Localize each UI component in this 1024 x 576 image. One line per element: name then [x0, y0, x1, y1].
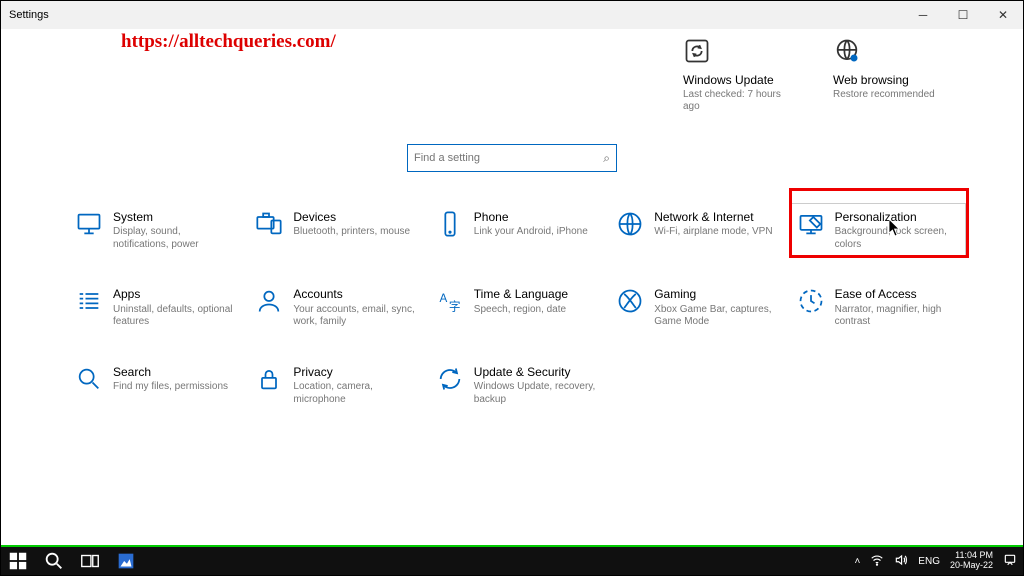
lock-icon — [255, 365, 283, 393]
language-indicator[interactable]: ENG — [918, 556, 940, 567]
tile-sub: Restore recommended — [833, 89, 935, 101]
category-title: Accounts — [293, 287, 417, 301]
tile-title: Windows Update — [683, 73, 774, 87]
monitor-icon — [75, 210, 103, 238]
update-icon — [436, 365, 464, 393]
category-apps[interactable]: Apps Uninstall, defaults, optional featur… — [71, 283, 241, 332]
category-sub: Xbox Game Bar, captures, Game Mode — [654, 304, 778, 329]
watermark-text: https://alltechqueries.com/ — [121, 31, 336, 53]
taskbar-search-icon[interactable] — [43, 550, 65, 572]
phone-icon — [436, 210, 464, 238]
category-title: Apps — [113, 287, 237, 301]
category-title: Network & Internet — [654, 210, 772, 224]
window-title: Settings — [9, 9, 49, 21]
start-button[interactable] — [7, 550, 29, 572]
person-icon — [255, 287, 283, 315]
category-system[interactable]: System Display, sound, notifications, pow… — [71, 206, 241, 255]
category-sub: Link your Android, iPhone — [474, 226, 588, 239]
minimize-button[interactable]: ─ — [903, 1, 943, 29]
categories-grid: System Display, sound, notifications, pow… — [71, 206, 963, 410]
search-icon: ⌕ — [603, 151, 610, 166]
sync-icon — [683, 37, 711, 65]
category-sub: Background, lock screen, colors — [835, 226, 959, 251]
category-personalization[interactable]: Personalization Background, lock screen, … — [790, 203, 966, 258]
globe-icon — [833, 37, 861, 65]
clock-date: 20-May-22 — [950, 561, 993, 571]
category-privacy[interactable]: Privacy Location, camera, microphone — [251, 361, 421, 410]
category-title: Ease of Access — [835, 287, 959, 301]
category-title: Personalization — [835, 210, 959, 224]
notification-icon[interactable] — [1003, 553, 1017, 570]
category-devices[interactable]: Devices Bluetooth, printers, mouse — [251, 206, 421, 255]
category-sub: Display, sound, notifications, power — [113, 226, 237, 251]
category-title: Devices — [293, 210, 410, 224]
category-title: System — [113, 210, 237, 224]
category-sub: Your accounts, email, sync, work, family — [293, 304, 417, 329]
globe-icon — [616, 210, 644, 238]
tile-windows-update[interactable]: Windows Update Last checked: 7 hours ago — [683, 37, 793, 113]
category-sub: Wi-Fi, airplane mode, VPN — [654, 226, 772, 239]
category-sub: Speech, region, date — [474, 304, 568, 317]
tile-title: Web browsing — [833, 73, 909, 87]
category-phone[interactable]: Phone Link your Android, iPhone — [432, 206, 602, 255]
category-update-security[interactable]: Update & Security Windows Update, recover… — [432, 361, 602, 410]
titlebar: Settings ─ ☐ ✕ — [1, 1, 1023, 29]
category-title: Privacy — [293, 365, 417, 379]
app-icon[interactable] — [115, 550, 137, 572]
ease-icon — [797, 287, 825, 315]
taskbar: ˄ ENG 11:04 PM 20-May-22 — [1, 545, 1023, 575]
paint-icon — [797, 210, 825, 238]
tray-chevron-icon[interactable]: ˄ — [854, 556, 860, 567]
svg-text:字: 字 — [449, 300, 461, 314]
devices-icon — [255, 210, 283, 238]
category-title: Update & Security — [474, 365, 598, 379]
close-button[interactable]: ✕ — [983, 1, 1023, 29]
volume-icon[interactable] — [894, 553, 908, 570]
category-title: Phone — [474, 210, 588, 224]
wifi-icon[interactable] — [870, 553, 884, 570]
task-view-icon[interactable] — [79, 550, 101, 572]
category-time-language[interactable]: A字 Time & Language Speech, region, date — [432, 283, 602, 332]
category-gaming[interactable]: Gaming Xbox Game Bar, captures, Game Mode — [612, 283, 782, 332]
category-title: Gaming — [654, 287, 778, 301]
svg-text:A: A — [439, 293, 447, 306]
category-accounts[interactable]: Accounts Your accounts, email, sync, work… — [251, 283, 421, 332]
tile-web-browsing[interactable]: Web browsing Restore recommended — [833, 37, 943, 113]
search-box[interactable]: ⌕ — [407, 144, 617, 172]
maximize-button[interactable]: ☐ — [943, 1, 983, 29]
category-sub: Bluetooth, printers, mouse — [293, 226, 410, 239]
category-sub: Find my files, permissions — [113, 381, 228, 394]
category-sub: Location, camera, microphone — [293, 381, 417, 406]
category-sub: Narrator, magnifier, high contrast — [835, 304, 959, 329]
apps-icon — [75, 287, 103, 315]
category-sub: Uninstall, defaults, optional features — [113, 304, 237, 329]
tile-sub: Last checked: 7 hours ago — [683, 89, 793, 113]
category-ease-of-access[interactable]: Ease of Access Narrator, magnifier, high … — [793, 283, 963, 332]
category-network[interactable]: Network & Internet Wi-Fi, airplane mode, … — [612, 206, 782, 255]
search-input[interactable] — [414, 152, 603, 164]
language-icon: A字 — [436, 287, 464, 315]
xbox-icon — [616, 287, 644, 315]
category-title: Search — [113, 365, 228, 379]
category-title: Time & Language — [474, 287, 568, 301]
category-sub: Windows Update, recovery, backup — [474, 381, 598, 406]
category-search[interactable]: Search Find my files, permissions — [71, 361, 241, 410]
clock[interactable]: 11:04 PM 20-May-22 — [950, 551, 993, 571]
search-icon — [75, 365, 103, 393]
